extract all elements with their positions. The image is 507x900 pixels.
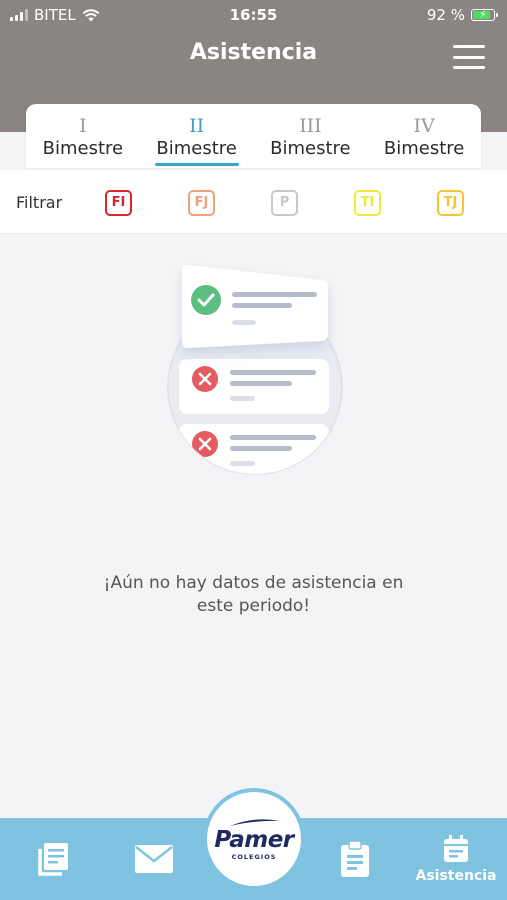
tab-roman: I — [79, 115, 87, 137]
nav-documents[interactable] — [30, 818, 75, 900]
battery-icon: ⚡ — [471, 8, 498, 21]
battery-info: 92 % ⚡ — [426, 6, 498, 24]
active-tab-indicator — [154, 163, 239, 166]
tab-roman: IV — [413, 115, 435, 137]
filter-bar: Filtrar FI FJ P TI TJ — [0, 170, 507, 234]
logo-subtext: COLEGIOS — [231, 852, 277, 861]
tab-label: Bimestre — [156, 138, 237, 159]
empty-attendance-illustration — [167, 264, 343, 475]
nav-asistencia[interactable]: Asistencia — [410, 818, 502, 900]
empty-state-line-1: ¡Aún no hay datos de asistencia en — [103, 573, 404, 593]
tab-label: Bimestre — [270, 138, 351, 159]
tab-bimestre-2[interactable]: II Bimestre — [140, 104, 254, 168]
tab-label: Bimestre — [383, 138, 465, 159]
bimestre-tabs: I Bimestre II Bimestre III Bimestre IV B… — [26, 104, 481, 168]
tab-bimestre-1[interactable]: I Bimestre — [26, 104, 140, 168]
page-title: Asistencia — [189, 40, 318, 65]
tab-roman: III — [299, 115, 322, 137]
empty-state-message: ¡Aún no hay datos de asistencia en este … — [60, 572, 447, 618]
documents-icon — [37, 843, 68, 876]
filter-chip-ti[interactable]: TI — [354, 190, 381, 216]
nav-asistencia-label: Asistencia — [415, 868, 497, 884]
status-bar: BITEL 16:55 92 % ⚡ — [0, 0, 507, 32]
filter-label: Filtrar — [16, 193, 63, 212]
tab-label: Bimestre — [42, 138, 124, 159]
tab-bimestre-3[interactable]: III Bimestre — [254, 104, 368, 168]
filter-chip-fi[interactable]: FI — [105, 190, 132, 216]
filter-chip-fj[interactable]: FJ — [188, 190, 215, 216]
filter-chip-p[interactable]: P — [271, 190, 298, 216]
tab-bimestre-4[interactable]: IV Bimestre — [367, 104, 481, 168]
tab-roman: II — [189, 115, 205, 137]
nav-clipboard[interactable] — [334, 818, 376, 900]
logo-text: Pamer — [214, 826, 294, 853]
battery-percent: 92 % — [426, 6, 465, 24]
clipboard-icon — [341, 840, 369, 877]
hamburger-menu-icon[interactable] — [453, 45, 485, 69]
calendar-icon — [444, 835, 468, 862]
mail-icon — [135, 845, 173, 873]
filter-chip-tj[interactable]: TJ — [437, 190, 464, 216]
nav-mail[interactable] — [130, 818, 178, 900]
empty-state-line-2: este periodo! — [196, 596, 311, 616]
pamer-logo-button[interactable]: Pamer COLEGIOS — [203, 788, 305, 890]
logo-swoosh-icon — [230, 818, 280, 826]
